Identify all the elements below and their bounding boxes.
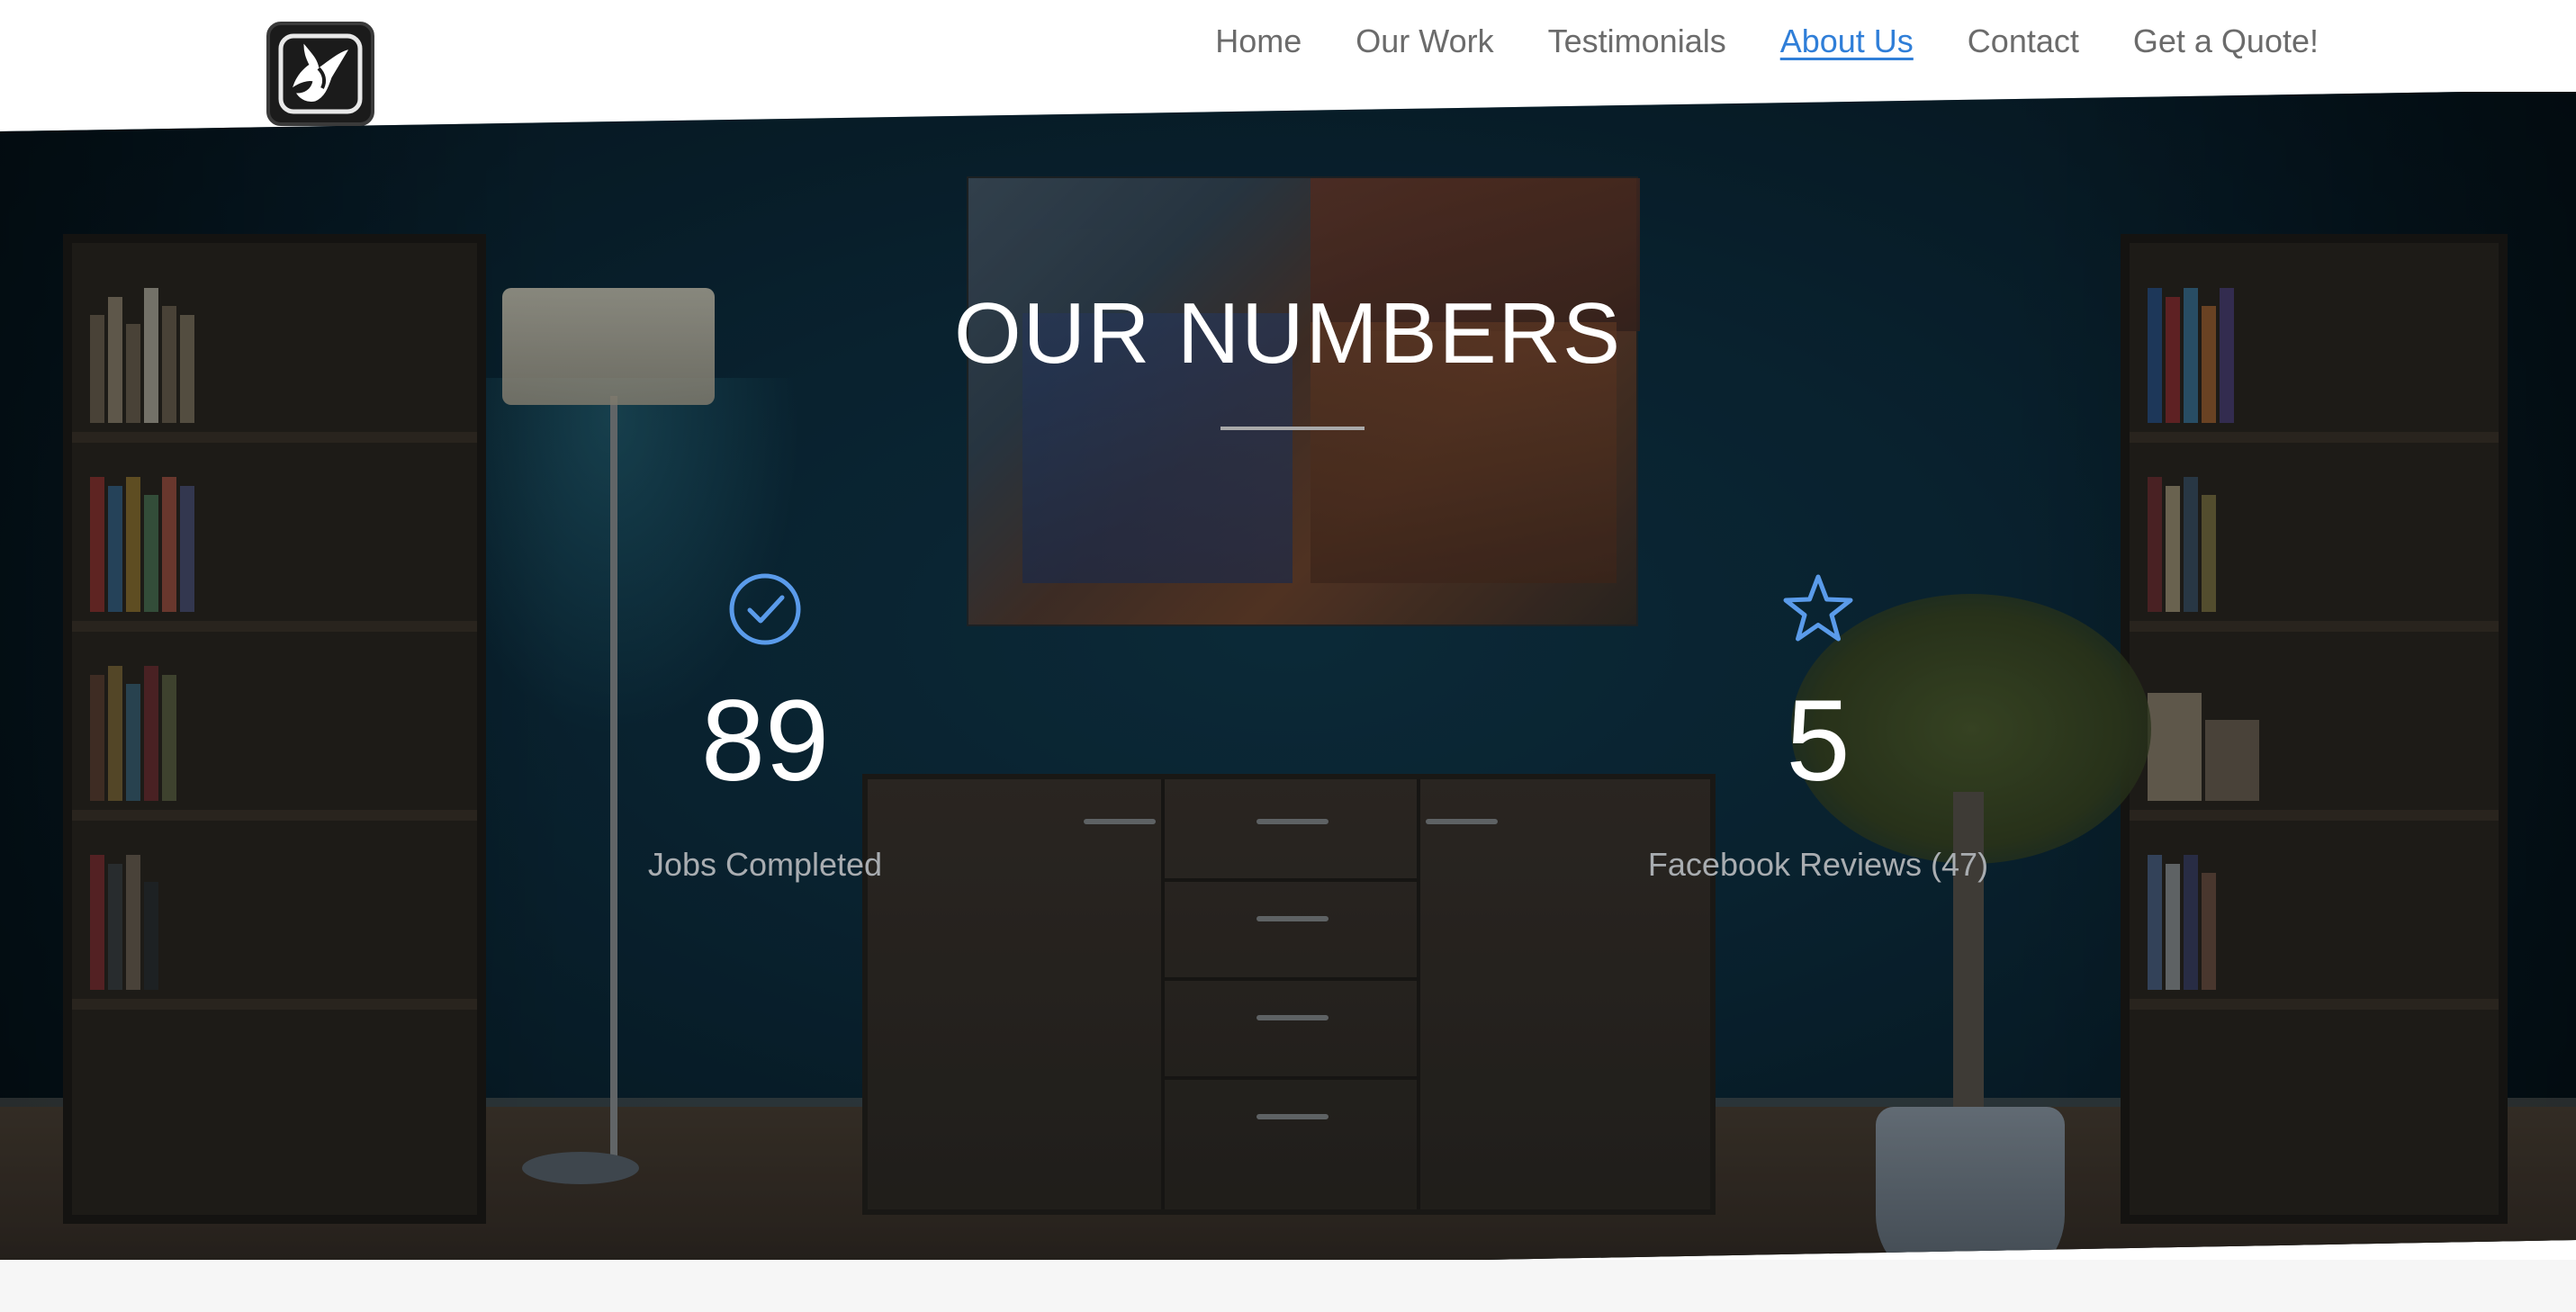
site-logo[interactable] bbox=[266, 22, 374, 126]
site-header: Home Our Work Testimonials About Us Cont… bbox=[0, 0, 2576, 92]
stat-facebook-reviews: 5 Facebook Reviews (47) bbox=[1629, 572, 2007, 884]
next-section-band bbox=[0, 1260, 2576, 1312]
check-circle-icon bbox=[729, 573, 801, 645]
nav-testimonials-link[interactable]: Testimonials bbox=[1548, 22, 1726, 60]
nav-get-a-quote-link[interactable]: Get a Quote! bbox=[2133, 22, 2319, 60]
stat-jobs-completed: 89 Jobs Completed bbox=[576, 572, 954, 884]
stat-value: 5 bbox=[1786, 677, 1851, 805]
stylized-animal-head-logo-icon bbox=[278, 33, 363, 114]
our-numbers-hero bbox=[0, 90, 2576, 1287]
title-divider bbox=[1220, 427, 1365, 430]
section-title: OUR NUMBERS bbox=[953, 285, 1623, 382]
star-outline-icon bbox=[1783, 574, 1853, 642]
nav-our-work-link[interactable]: Our Work bbox=[1356, 22, 1493, 60]
stat-value: 89 bbox=[700, 677, 830, 805]
nav-home-link[interactable]: Home bbox=[1215, 22, 1302, 60]
nav-about-us-link[interactable]: About Us bbox=[1780, 22, 1914, 60]
nav-contact-link[interactable]: Contact bbox=[1968, 22, 2079, 60]
main-nav: Home Our Work Testimonials About Us Cont… bbox=[1215, 0, 2576, 83]
stat-label: Facebook Reviews (47) bbox=[1647, 846, 1989, 883]
stat-label: Jobs Completed bbox=[647, 846, 883, 883]
